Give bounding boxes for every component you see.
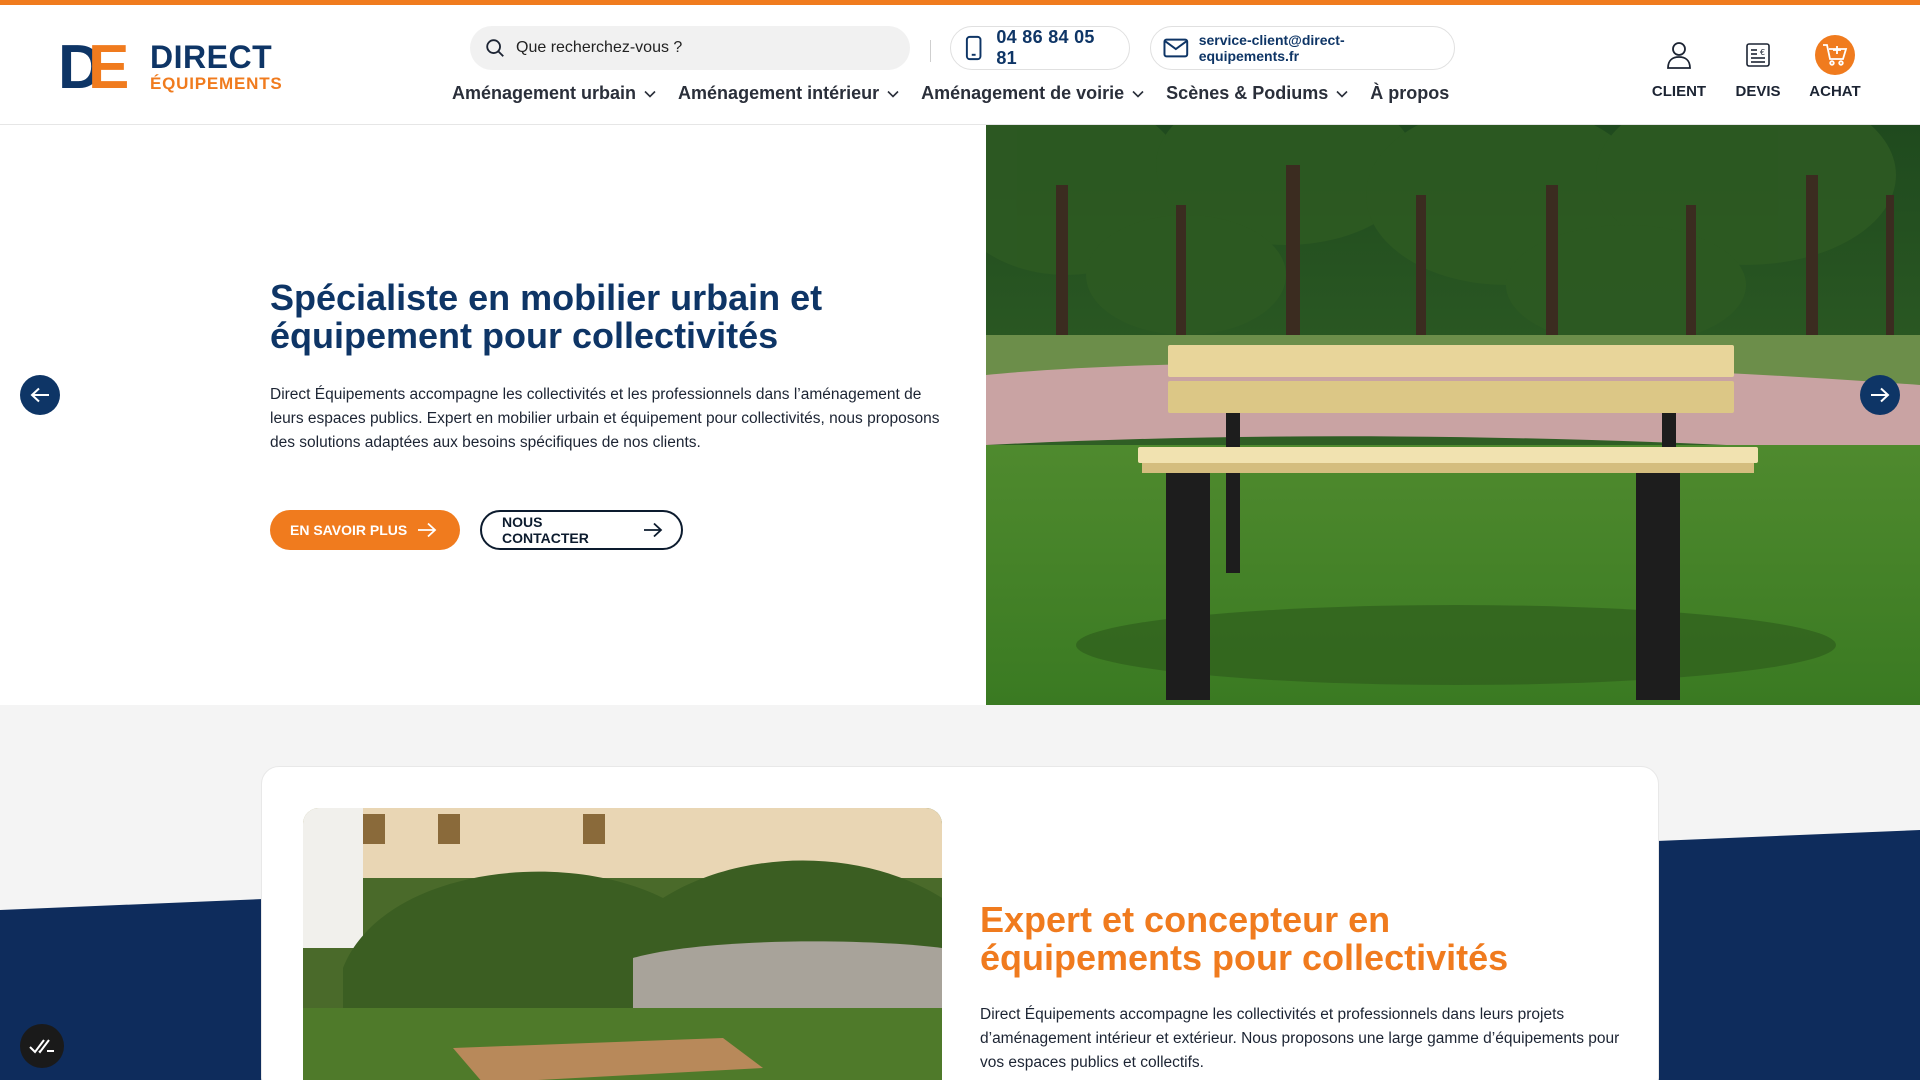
- arrow-right-icon: [418, 522, 437, 538]
- arrow-right-icon: [1871, 387, 1890, 403]
- hero-buttons: EN SAVOIR PLUS NOUS CONTACTER: [270, 510, 683, 550]
- nav-label: Scènes & Podiums: [1166, 83, 1329, 103]
- cart-button[interactable]: ACHAT: [1800, 35, 1870, 100]
- learn-more-button[interactable]: EN SAVOIR PLUS: [270, 510, 460, 550]
- phone-number: 04 86 84 05 81: [996, 27, 1095, 68]
- picnic-table-photo: [303, 808, 942, 1080]
- devis-label: DEVIS: [1735, 83, 1781, 100]
- double-check-icon: [29, 1039, 54, 1054]
- nav-item-a-propos[interactable]: À propos: [1370, 83, 1449, 104]
- cart-icon: [1815, 35, 1855, 75]
- section-description: Direct Équipements accompagne les collec…: [980, 1005, 1620, 1071]
- nav-item-amenagement-voirie[interactable]: Aménagement de voirie: [921, 83, 1144, 104]
- achat-label: ACHAT: [1809, 83, 1861, 100]
- nav-label: Aménagement de voirie: [921, 83, 1125, 103]
- phone-link[interactable]: 04 86 84 05 81: [950, 26, 1130, 70]
- nav-label: À propos: [1370, 83, 1450, 103]
- header-divider: [930, 40, 931, 62]
- nav-label: Aménagement intérieur: [678, 83, 880, 103]
- chevron-down-icon: [1132, 90, 1144, 98]
- user-icon: [1659, 35, 1699, 75]
- logo-mark: D E: [58, 33, 140, 102]
- site-logo[interactable]: D E DIRECT ÉQUIPEMENTS: [58, 33, 283, 102]
- logo-letter-e: E: [88, 33, 130, 102]
- email-link[interactable]: service-client@direct-equipements.fr: [1150, 26, 1455, 70]
- nav-item-amenagement-interieur[interactable]: Aménagement intérieur: [678, 83, 899, 104]
- intro-text-block: Expert et concepteur en équipements pour…: [980, 901, 1620, 1075]
- hero-text-block: Spécialiste en mobilier urbain et équipe…: [270, 279, 950, 455]
- email-address: service-client@direct-equipements.fr: [1198, 32, 1345, 64]
- learn-more-label: EN SAVOIR PLUS: [290, 522, 408, 538]
- search-icon: [486, 39, 504, 57]
- logo-name-line1: DIRECT: [150, 38, 273, 75]
- contact-us-label: NOUS CONTACTER: [502, 514, 589, 546]
- phone-icon: [965, 35, 982, 61]
- svg-text:€: €: [1760, 48, 1765, 57]
- chevron-down-icon: [644, 90, 656, 98]
- park-bench-photo: [986, 125, 1920, 705]
- intro-card: Expert et concepteur en équipements pour…: [261, 766, 1659, 1080]
- client-account-button[interactable]: CLIENT: [1644, 35, 1714, 100]
- quote-icon: €: [1738, 35, 1778, 75]
- section-title: Expert et concepteur en équipements pour…: [980, 899, 1509, 978]
- chevron-down-icon: [887, 90, 899, 98]
- devis-button[interactable]: € DEVIS: [1723, 35, 1793, 100]
- chevron-down-icon: [1336, 90, 1348, 98]
- hero-description: Direct Équipements accompagne les collec…: [270, 385, 940, 451]
- hero-title: Spécialiste en mobilier urbain et équipe…: [270, 277, 823, 356]
- logo-wordmark: DIRECT ÉQUIPEMENTS: [150, 41, 283, 92]
- accessibility-toggle-button[interactable]: [20, 1024, 64, 1068]
- arrow-right-icon: [644, 522, 663, 538]
- main-nav: Aménagement urbain Aménagement intérieur…: [452, 83, 1471, 104]
- arrow-left-icon: [30, 387, 49, 403]
- nav-item-amenagement-urbain[interactable]: Aménagement urbain: [452, 83, 656, 104]
- hero-banner: Spécialiste en mobilier urbain et équipe…: [0, 125, 1920, 705]
- mail-icon: [1163, 38, 1189, 58]
- contact-us-button[interactable]: NOUS CONTACTER: [480, 510, 683, 550]
- search-input[interactable]: [516, 39, 876, 57]
- client-label: CLIENT: [1651, 83, 1707, 100]
- nav-label: Aménagement urbain: [452, 83, 637, 103]
- search-bar[interactable]: [470, 26, 910, 70]
- site-header: D E DIRECT ÉQUIPEMENTS 04 86 84 05 81 se…: [0, 5, 1920, 125]
- logo-name-line2: ÉQUIPEMENTS: [150, 73, 283, 93]
- carousel-prev-button[interactable]: [20, 375, 60, 415]
- nav-item-scenes-podiums[interactable]: Scènes & Podiums: [1166, 83, 1348, 104]
- carousel-next-button[interactable]: [1860, 375, 1900, 415]
